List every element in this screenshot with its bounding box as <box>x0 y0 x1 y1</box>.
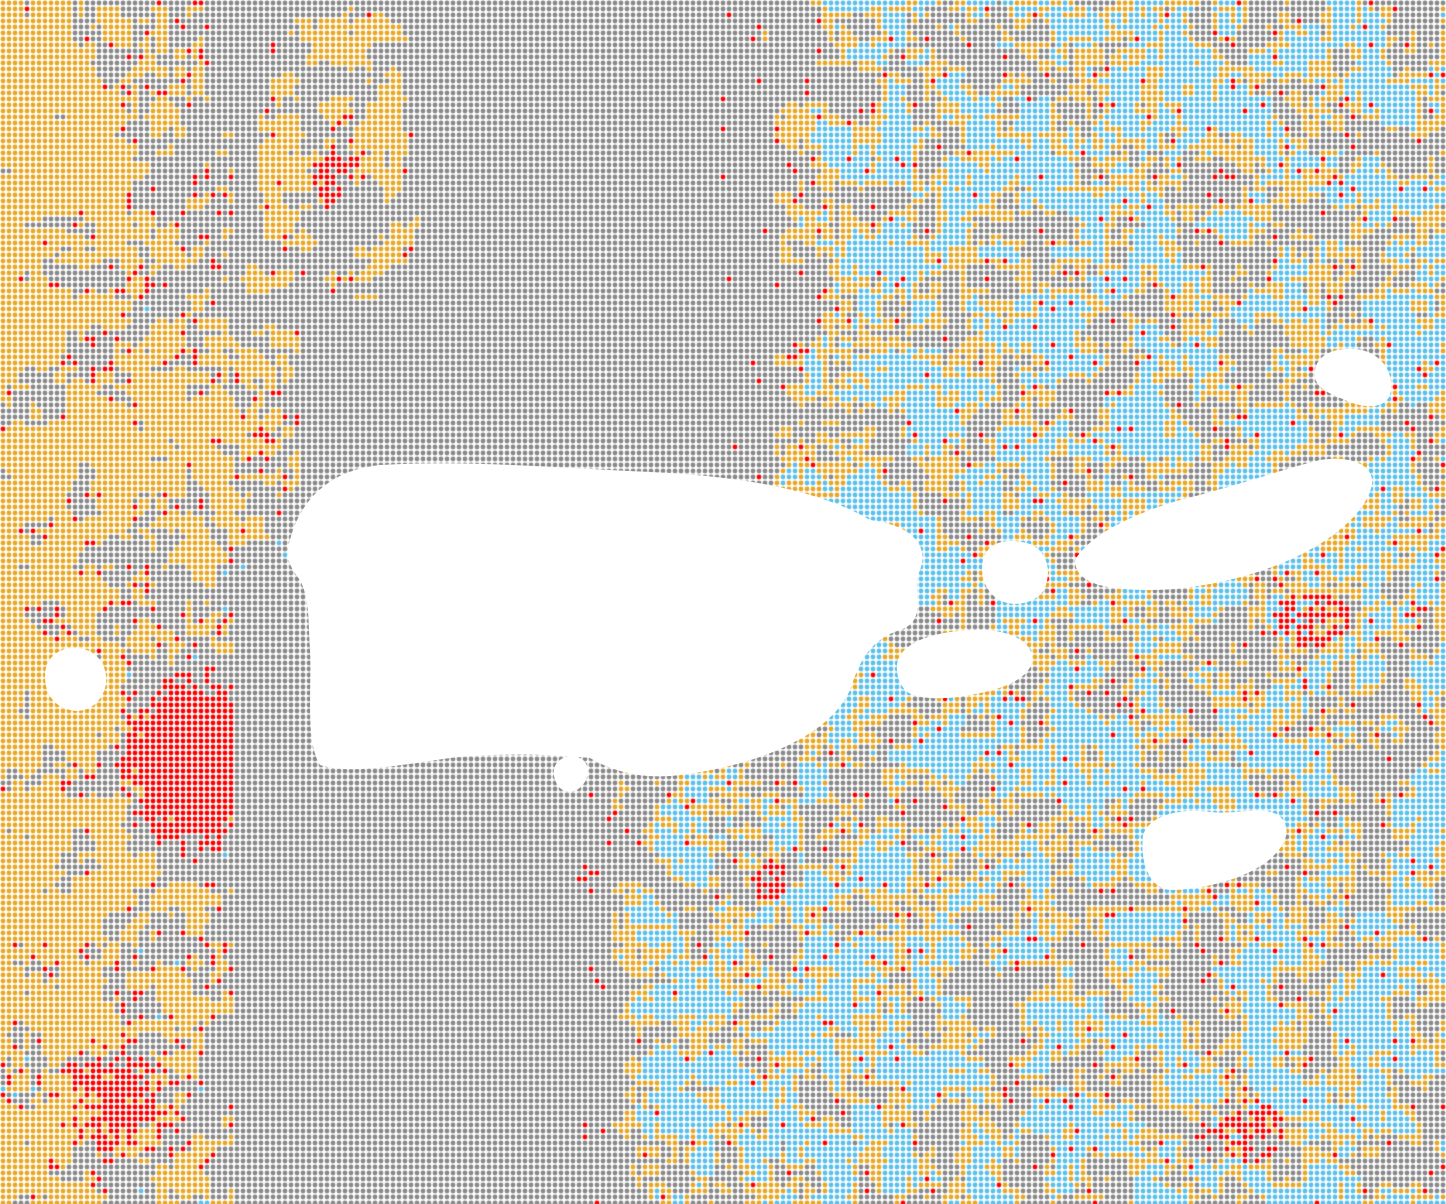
main-island <box>287 463 923 777</box>
islet-south <box>553 756 588 792</box>
islet-mid <box>982 541 1048 604</box>
island-east-long <box>1075 458 1373 590</box>
map-frame <box>0 0 1446 1204</box>
island-center-east <box>896 630 1033 699</box>
islet-northeast <box>1314 348 1392 407</box>
island-layer <box>45 348 1392 890</box>
islet-west <box>45 647 107 711</box>
island-southeast <box>1142 810 1287 890</box>
